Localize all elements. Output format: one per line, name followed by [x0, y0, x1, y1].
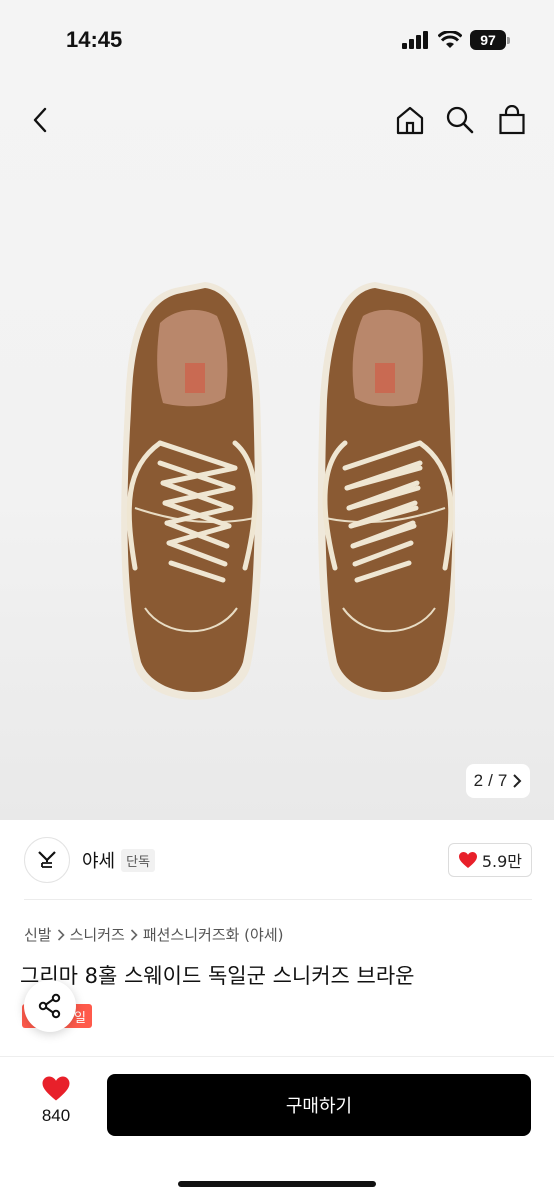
gallery-pager[interactable]: 2 / 7 [466, 764, 530, 798]
breadcrumb-item[interactable]: 신발 [24, 924, 52, 945]
pager-total: 7 [497, 771, 508, 790]
divider [24, 899, 532, 900]
cart-button[interactable] [490, 96, 534, 144]
battery-icon: 97 [470, 30, 510, 50]
chevron-right-icon [130, 928, 138, 941]
search-button[interactable] [438, 96, 482, 144]
share-icon [38, 993, 61, 1019]
chevron-right-icon [513, 774, 522, 788]
status-bar: 14:45 97 [0, 0, 554, 82]
signal-icon [402, 31, 428, 49]
chevron-right-icon [57, 928, 65, 941]
breadcrumb-item[interactable]: 스니커즈 [70, 924, 125, 945]
brand-logo-icon [38, 851, 56, 868]
seller-logo[interactable] [24, 837, 70, 883]
home-indicator [178, 1181, 376, 1187]
status-time: 14:45 [66, 27, 123, 52]
wishlist-button[interactable]: 840 [28, 1075, 84, 1126]
wifi-icon [438, 31, 462, 48]
exclusive-badge: 단독 [121, 848, 156, 872]
breadcrumb-item[interactable]: 패션스니커즈화 (야세) [143, 924, 284, 945]
home-icon [396, 106, 424, 135]
home-button[interactable] [388, 96, 432, 144]
breadcrumb: 신발 스니커즈 패션스니커즈화 (야세) [24, 924, 284, 945]
pager-separator: / [488, 771, 493, 790]
bottom-action-bar: 840 구매하기 [0, 1056, 554, 1200]
battery-level: 97 [470, 30, 506, 50]
heart-icon [458, 852, 477, 868]
pager-current: 2 [473, 771, 484, 790]
search-icon [446, 106, 474, 134]
share-button[interactable] [24, 980, 76, 1032]
back-button[interactable] [18, 96, 62, 144]
seller-row[interactable]: 야세 단독 5.9만 [24, 836, 532, 884]
product-image [121, 282, 455, 700]
buy-button[interactable]: 구매하기 [107, 1074, 531, 1136]
heart-icon [42, 1076, 70, 1101]
seller-like-button[interactable]: 5.9만 [447, 843, 532, 877]
wishlist-count: 840 [41, 1106, 71, 1125]
seller-like-count: 5.9만 [481, 852, 522, 871]
shopping-bag-icon [499, 105, 525, 135]
seller-name[interactable]: 야세 [82, 847, 115, 873]
chevron-left-icon [33, 107, 47, 133]
product-title: 그리마 8홀 스웨이드 독일군 스니커즈 브라운 [20, 964, 415, 988]
status-icons: 97 [402, 30, 510, 50]
top-nav [0, 96, 554, 146]
